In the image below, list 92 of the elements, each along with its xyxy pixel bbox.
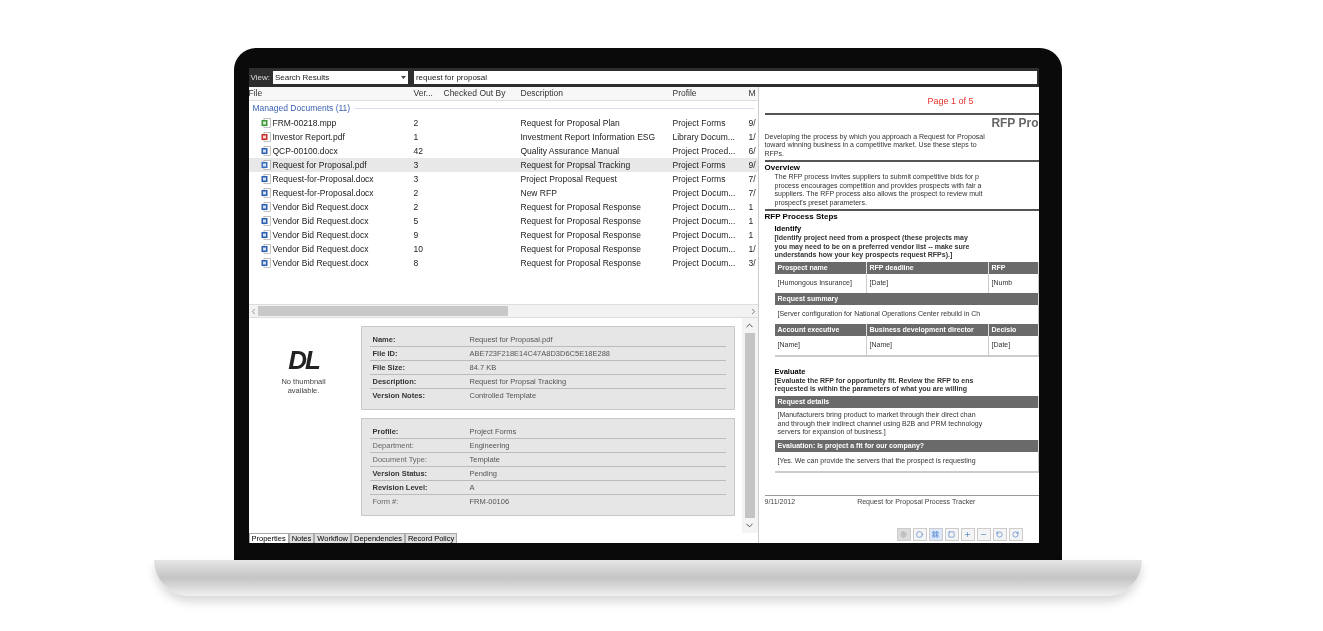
table-cell-text: New RFP — [520, 186, 558, 200]
document-file-icon — [260, 174, 271, 184]
file-name: Vendor Bid Request.docx — [272, 200, 369, 214]
file-name: Request-for-Proposal.docx — [272, 172, 374, 186]
pdf-file-icon — [260, 132, 271, 142]
table-cell-text: 9/ — [748, 158, 757, 172]
table-cell-text: 3 — [413, 158, 420, 172]
table-cell-text: 1 — [748, 200, 755, 214]
file-name: Vendor Bid Request.docx — [272, 214, 369, 228]
file-name: Investor Report.pdf — [272, 130, 345, 144]
table-cell-text: 8 — [413, 256, 420, 270]
document-file-icon — [260, 244, 271, 254]
view-label: View: — [250, 71, 270, 84]
table-cell-text: 1 — [748, 228, 755, 242]
table-cell-text: Project Docum... — [672, 200, 737, 214]
vertical-scrollbar[interactable] — [741, 318, 758, 533]
table-cell-text: Quality Assurance Manual — [520, 144, 621, 158]
file-name: Vendor Bid Request.docx — [272, 228, 369, 242]
table-cell-text: Project Docum... — [672, 242, 737, 256]
table-cell-text: 7/ — [748, 172, 757, 186]
table-cell-text: 1/ — [748, 242, 757, 256]
table-cell-text: 2 — [413, 186, 420, 200]
column-header[interactable]: M — [748, 87, 759, 100]
page-icon[interactable] — [944, 528, 959, 541]
table-cell-text: 3/ — [748, 256, 757, 270]
table-cell-text: 6/ — [748, 144, 757, 158]
table-cell-text: Project Docum... — [672, 228, 737, 242]
table-cell-text: Library Docum... — [672, 130, 736, 144]
document-file-icon — [260, 146, 271, 156]
caret-icon — [400, 76, 406, 79]
table-cell-text: 5 — [413, 214, 420, 228]
page-indicator: Page 1 of 5 — [926, 95, 975, 108]
table-cell-text: 1/ — [748, 130, 757, 144]
table-cell-text: Project Docum... — [672, 214, 737, 228]
table-cell-text: 7/ — [748, 186, 757, 200]
table-cell-text: 1 — [748, 214, 755, 228]
table-cell-text: Project Forms — [672, 172, 727, 186]
zoom-in-icon[interactable] — [960, 528, 975, 541]
document-file-icon — [260, 258, 271, 268]
settings-icon[interactable] — [896, 528, 911, 541]
file-name: Vendor Bid Request.docx — [272, 242, 369, 256]
table-cell-text: Request for Proposal Response — [520, 256, 642, 270]
table-cell-text: Request for Proposal Response — [520, 228, 642, 242]
column-header[interactable]: File — [248, 87, 414, 100]
file-name: Request for Proposal.pdf — [272, 158, 367, 172]
document-heading: Overview — [764, 163, 801, 172]
zoom-out-icon[interactable] — [976, 528, 991, 541]
table-cell-text: 2 — [413, 116, 420, 130]
logo: DL — [288, 346, 319, 374]
table-cell-text: Project Forms — [672, 158, 727, 172]
view-dropdown[interactable]: Search Results — [272, 71, 408, 84]
column-header[interactable]: Ver... — [413, 87, 444, 100]
table-cell-text: 9 — [413, 228, 420, 242]
rotate-left-icon[interactable] — [992, 528, 1007, 541]
table-cell-text: Project Docum... — [672, 256, 737, 270]
column-header[interactable]: Profile — [672, 87, 749, 100]
search-field[interactable]: request for proposal — [413, 71, 1037, 84]
table-cell-text: Project Forms — [672, 116, 727, 130]
table-cell-text: Project Docum... — [672, 186, 737, 200]
table-cell-text: 42 — [413, 144, 424, 158]
file-name: QCP-00100.docx — [272, 144, 338, 158]
table-cell-text: Project Proced... — [672, 144, 737, 158]
table-cell-text: 10 — [413, 242, 424, 256]
grid-icon[interactable] — [928, 528, 943, 541]
table-cell-text: 9/ — [748, 116, 757, 130]
document-file-icon — [260, 230, 271, 240]
spreadsheet-file-icon — [260, 118, 271, 128]
horizontal-scrollbar[interactable] — [248, 304, 758, 318]
file-name: FRM-00218.mpp — [272, 116, 337, 130]
column-header[interactable]: Checked Out By — [443, 87, 521, 100]
rotate-right-icon[interactable] — [1008, 528, 1023, 541]
file-name: Request-for-Proposal.docx — [272, 186, 374, 200]
document-file-icon — [260, 202, 271, 212]
table-cell-text: Project Proposal Request — [520, 172, 618, 186]
file-name: Vendor Bid Request.docx — [272, 256, 369, 270]
table-cell-text: 3 — [413, 172, 420, 186]
table-cell-text: Request for Proposal Response — [520, 214, 642, 228]
table-cell-text: Request for Proposal Response — [520, 242, 642, 256]
document-file-icon — [260, 216, 271, 226]
table-cell-text: 1 — [413, 130, 420, 144]
table-row[interactable]: Request for Proposal.pdf 3 Request for Propsal Tracking Project Forms 9/ — [248, 158, 758, 172]
pdf-file-icon — [260, 160, 271, 170]
document-title: RFP Pro — [990, 114, 1039, 131]
table-cell-text: Request for Proposal Plan — [520, 116, 621, 130]
table-cell-text: Request for Proposal Response — [520, 200, 642, 214]
group-header[interactable]: Managed Documents (11) — [252, 102, 351, 115]
table-cell-text: Investment Report Information ESG — [520, 130, 657, 144]
document-file-icon — [260, 188, 271, 198]
table-cell-text: Request for Propsal Tracking — [520, 158, 632, 172]
column-header[interactable]: Description — [520, 87, 673, 100]
table-cell-text: 2 — [413, 200, 420, 214]
document-heading: RFP Process Steps — [764, 212, 838, 221]
